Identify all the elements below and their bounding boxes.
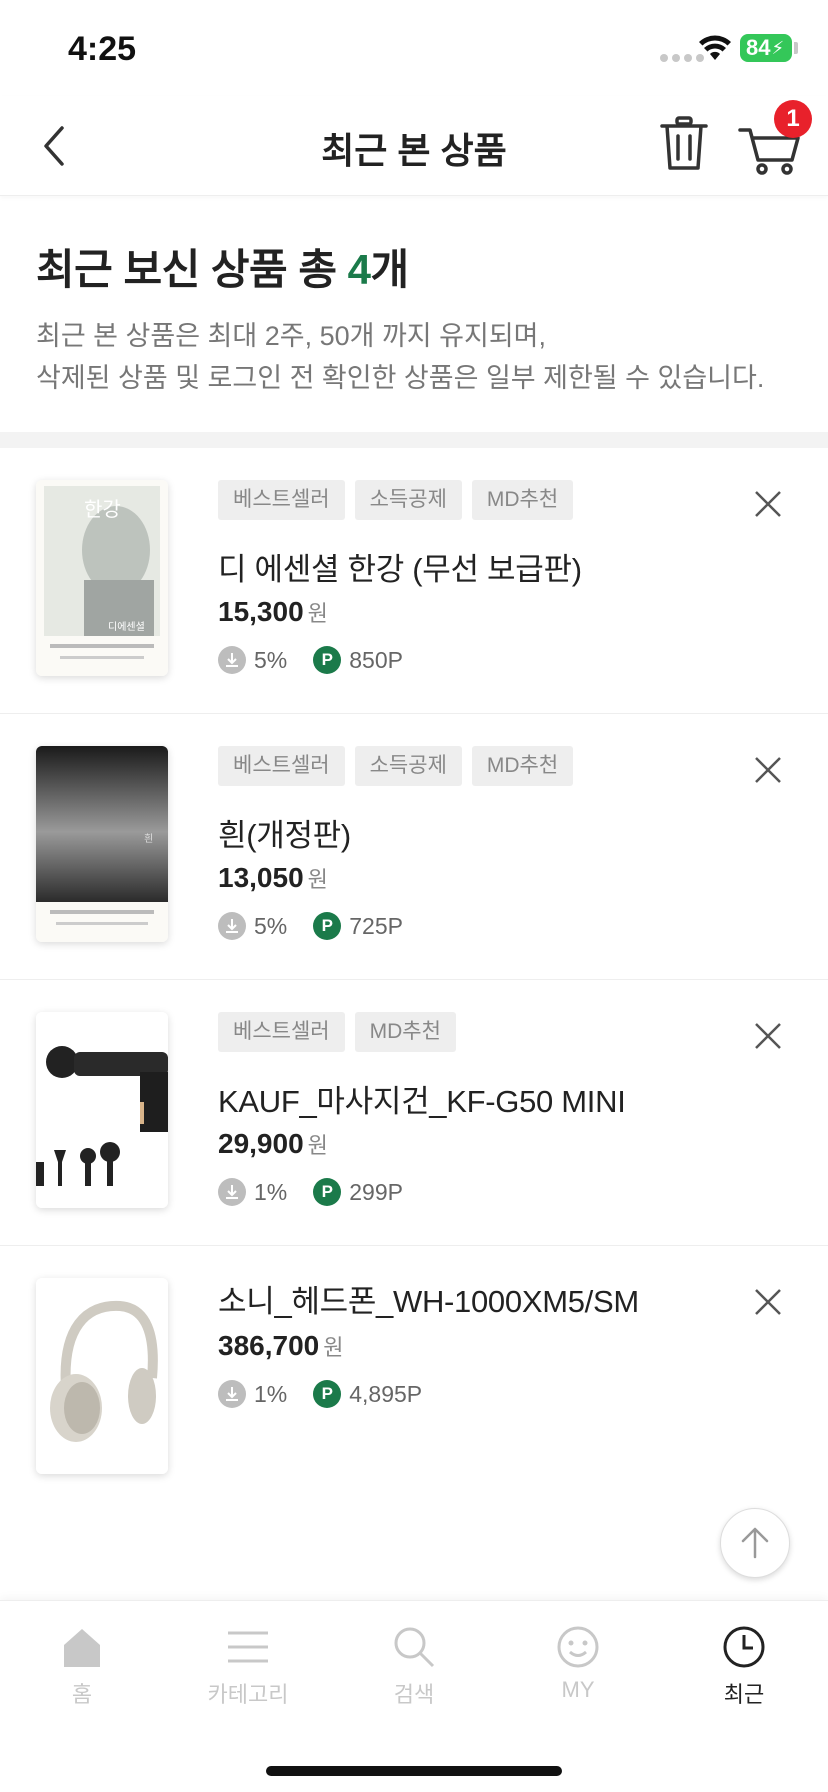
product-item[interactable]: 한강 디에센셜 베스트셀러 소득공제 MD추천 디 에센셜 한강 (무선 보급판… xyxy=(0,448,828,714)
home-indicator xyxy=(266,1766,562,1776)
nav-my-label: MY xyxy=(561,1677,595,1702)
app-header: 최근 본 상품 1 xyxy=(0,96,828,196)
remove-item-button[interactable] xyxy=(752,1286,784,1318)
nav-search[interactable]: 검색 xyxy=(344,1625,484,1709)
points-value: 850P xyxy=(349,646,403,673)
points-icon: P xyxy=(313,912,342,940)
nav-home[interactable]: 홈 xyxy=(12,1625,152,1709)
discount-download-icon xyxy=(218,1178,246,1206)
battery-level: 84 xyxy=(746,35,771,60)
points-value: 4,895P xyxy=(349,1380,423,1407)
tag-tax-deduction: 소득공제 xyxy=(354,746,462,786)
massage-gun-image[interactable] xyxy=(36,1012,168,1208)
discount-rate: 5% xyxy=(254,646,288,673)
remove-item-button[interactable] xyxy=(752,754,784,786)
discount-download-icon xyxy=(218,646,246,674)
remove-item-button[interactable] xyxy=(752,1020,784,1052)
remove-item-button[interactable] xyxy=(752,488,784,520)
notice-line-1: 최근 본 상품은 최대 2주, 50개 까지 유지되며, xyxy=(36,321,547,351)
nav-category-label: 카테고리 xyxy=(207,1682,289,1707)
product-item[interactable]: 베스트셀러 MD추천 KAUF_마사지건_KF-G50 MINI 29,900 원… xyxy=(0,980,828,1246)
product-benefits: 1% P 299P xyxy=(218,1178,403,1206)
product-price: 13,050 원 xyxy=(218,862,328,894)
battery-icon: 84 ⚡ xyxy=(740,34,792,62)
tag-md-pick: MD추천 xyxy=(471,746,574,786)
tag-md-pick: MD추천 xyxy=(354,1012,456,1052)
tag-bestseller: 베스트셀러 xyxy=(218,1012,345,1052)
summary-notice: 최근 본 상품은 최대 2주, 50개 까지 유지되며, 삭제된 상품 및 로그… xyxy=(36,315,796,399)
points-value: 725P xyxy=(349,912,403,939)
product-name[interactable]: 디 에센셜 한강 (무선 보급판) xyxy=(218,544,582,589)
price-currency: 원 xyxy=(307,867,328,892)
product-price: 15,300 원 xyxy=(218,596,328,628)
discount-download-icon xyxy=(218,912,246,940)
trash-icon[interactable] xyxy=(656,114,712,174)
product-benefits: 5% P 725P xyxy=(218,912,403,940)
product-price: 386,700 원 xyxy=(218,1330,343,1362)
section-divider xyxy=(0,432,828,448)
price-currency: 원 xyxy=(323,1335,344,1360)
status-bar: 4:25 84 ⚡ xyxy=(0,0,828,96)
menu-icon xyxy=(228,1631,268,1663)
nav-home-label: 홈 xyxy=(71,1682,93,1707)
search-icon xyxy=(394,1627,435,1668)
discount-rate: 1% xyxy=(254,1380,288,1407)
product-tags: 베스트셀러 소득공제 MD추천 xyxy=(218,480,574,520)
product-item[interactable]: 소니_헤드폰_WH-1000XM5/SM 386,700 원 1% P 4,895… xyxy=(0,1246,828,1512)
discount-rate: 5% xyxy=(254,912,288,939)
nav-recent-label: 최근 xyxy=(723,1682,765,1707)
tag-bestseller: 베스트셀러 xyxy=(218,746,345,786)
wifi-icon xyxy=(699,35,731,60)
smile-icon xyxy=(557,1626,599,1668)
clock-icon xyxy=(723,1626,765,1668)
nav-my[interactable]: MY xyxy=(508,1625,648,1703)
arrow-up-icon xyxy=(741,1527,769,1559)
product-benefits: 1% P 4,895P xyxy=(218,1380,422,1408)
price-currency: 원 xyxy=(307,1133,328,1158)
product-tags: 베스트셀러 MD추천 xyxy=(218,1012,456,1052)
headphone-image[interactable] xyxy=(36,1278,168,1474)
summary-heading-prefix: 최근 보신 상품 총 xyxy=(36,246,348,293)
discount-rate: 1% xyxy=(254,1178,288,1205)
price-value: 386,700 xyxy=(218,1330,320,1361)
scroll-to-top-button[interactable] xyxy=(720,1508,790,1578)
battery-tip xyxy=(794,42,798,54)
cover-subtitle: 디에센셜 xyxy=(108,621,145,633)
price-value: 15,300 xyxy=(218,596,304,627)
product-price: 29,900 원 xyxy=(218,1128,328,1160)
book-cover-image[interactable]: 흰 xyxy=(36,746,168,942)
bottom-navigation: 홈 카테고리 검색 MY 최근 xyxy=(0,1600,828,1792)
tag-md-pick: MD추천 xyxy=(471,480,574,520)
points-icon: P xyxy=(313,1178,342,1206)
product-benefits: 5% P 850P xyxy=(218,646,403,674)
nav-search-label: 검색 xyxy=(393,1682,435,1707)
summary-heading-suffix: 개 xyxy=(370,246,410,293)
status-time: 4:25 xyxy=(68,30,137,68)
product-tags: 베스트셀러 소득공제 MD추천 xyxy=(218,746,574,786)
recent-summary: 최근 보신 상품 총 4개 최근 본 상품은 최대 2주, 50개 까지 유지되… xyxy=(36,236,796,399)
notice-line-2: 삭제된 상품 및 로그인 전 확인한 상품은 일부 제한될 수 있습니다. xyxy=(36,363,765,393)
home-icon xyxy=(64,1629,100,1667)
price-value: 13,050 xyxy=(218,862,304,893)
product-name[interactable]: 흰(개정판) xyxy=(218,810,351,855)
summary-count: 4 xyxy=(347,246,371,293)
product-item[interactable]: 흰 베스트셀러 소득공제 MD추천 흰(개정판) 13,050 원 5% P 72… xyxy=(0,714,828,980)
nav-recent[interactable]: 최근 xyxy=(674,1625,814,1709)
cover-title: 한강 xyxy=(84,497,121,521)
discount-download-icon xyxy=(218,1380,246,1408)
tag-tax-deduction: 소득공제 xyxy=(354,480,462,520)
points-icon: P xyxy=(313,1380,342,1408)
book-cover-image[interactable]: 한강 디에센셜 xyxy=(36,480,168,676)
product-name[interactable]: KAUF_마사지건_KF-G50 MINI xyxy=(218,1076,626,1121)
points-value: 299P xyxy=(349,1178,403,1205)
product-name[interactable]: 소니_헤드폰_WH-1000XM5/SM xyxy=(218,1276,639,1321)
tag-bestseller: 베스트셀러 xyxy=(218,480,345,520)
points-icon: P xyxy=(313,646,342,674)
cart-badge: 1 xyxy=(774,100,812,138)
price-currency: 원 xyxy=(307,601,328,626)
nav-category[interactable]: 카테고리 xyxy=(178,1625,318,1709)
cover-title: 흰 xyxy=(144,833,153,845)
summary-heading: 최근 보신 상품 총 4개 xyxy=(36,236,796,297)
price-value: 29,900 xyxy=(218,1128,304,1159)
